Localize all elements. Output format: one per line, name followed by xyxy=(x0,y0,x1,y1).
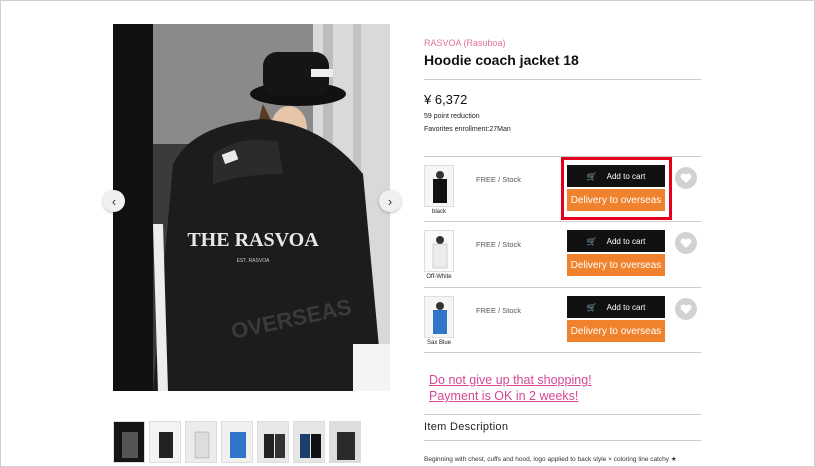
variant-color-label: Off-White xyxy=(426,274,452,280)
next-image-arrow-icon[interactable]: › xyxy=(379,190,401,212)
jacket-print-small-text: EST. RASVOA xyxy=(237,258,270,264)
delivery-overseas-button[interactable]: Delivery to overseas xyxy=(567,320,665,342)
variant-image[interactable] xyxy=(424,165,454,207)
variant-row-off-white: Off-White FREE / Stock 🛒 Add to cart Del… xyxy=(424,222,701,286)
promo-link[interactable]: Do not give up that shopping! Payment is… xyxy=(429,372,592,404)
promo-line-1: Do not give up that shopping! xyxy=(429,373,592,387)
thumbnail-1[interactable] xyxy=(113,421,145,463)
variant-image[interactable] xyxy=(424,230,454,272)
highlight-box xyxy=(561,157,672,220)
favorites-count: Favorites enrollment:27Man xyxy=(424,126,511,133)
favorite-heart-icon[interactable] xyxy=(675,167,697,189)
variant-stock: FREE / Stock xyxy=(476,240,522,249)
product-price: ¥ 6,372 xyxy=(424,92,468,107)
thumbnail-2[interactable] xyxy=(149,421,181,463)
divider xyxy=(424,440,701,441)
variant-image[interactable] xyxy=(424,296,454,338)
prev-image-arrow-icon[interactable]: ‹ xyxy=(103,190,125,212)
thumbnail-strip xyxy=(113,421,361,463)
add-to-cart-button[interactable]: 🛒 Add to cart xyxy=(567,230,665,252)
thumbnail-6[interactable] xyxy=(293,421,325,463)
add-to-cart-button[interactable]: 🛒 Add to cart xyxy=(567,296,665,318)
divider xyxy=(424,414,701,415)
variant-color-label: black xyxy=(431,209,446,215)
thumbnail-5[interactable] xyxy=(257,421,289,463)
add-to-cart-label: Add to cart xyxy=(606,236,646,246)
brand-name[interactable]: RASVOA (Rasuboa) xyxy=(424,38,506,48)
item-description-heading: Item Description xyxy=(424,421,509,433)
thumbnail-4[interactable] xyxy=(221,421,253,463)
divider xyxy=(424,352,701,353)
cart-icon: 🛒 xyxy=(586,302,597,312)
variant-stock: FREE / Stock xyxy=(476,306,522,315)
favorite-heart-icon[interactable] xyxy=(675,298,697,320)
favorite-heart-icon[interactable] xyxy=(675,232,697,254)
product-title: Hoodie coach jacket 18 xyxy=(424,52,579,68)
variant-stock: FREE / Stock xyxy=(476,175,522,184)
points-text: 59 point reduction xyxy=(424,113,480,120)
divider xyxy=(424,79,701,80)
cart-icon: 🛒 xyxy=(586,236,597,246)
variant-color-label: Sax Blue xyxy=(426,340,451,346)
jacket-print-text: THE RASVOA xyxy=(187,229,319,251)
add-to-cart-label: Add to cart xyxy=(606,302,646,312)
thumbnail-3[interactable] xyxy=(185,421,217,463)
item-description-text: Beginning with chest, cuffs and hood, lo… xyxy=(424,456,677,463)
main-product-image: THE RASVOA EST. RASVOA OVERSEAS xyxy=(113,24,390,391)
thumbnail-7[interactable] xyxy=(329,421,361,463)
delivery-overseas-button[interactable]: Delivery to overseas xyxy=(567,254,665,276)
variant-row-sax-blue: Sax Blue FREE / Stock 🛒 Add to cart Deli… xyxy=(424,288,701,352)
promo-line-2: Payment is OK in 2 weeks! xyxy=(429,389,579,403)
